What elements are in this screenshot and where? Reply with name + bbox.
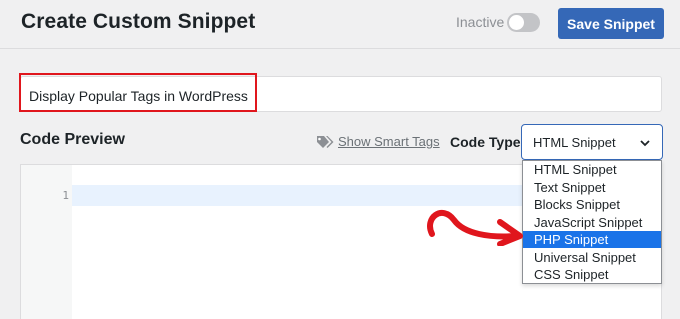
page-header: Create Custom Snippet Inactive Save Snip… bbox=[0, 0, 680, 49]
status-label: Inactive bbox=[456, 14, 505, 30]
toggle-knob bbox=[509, 15, 524, 30]
show-smart-tags-link[interactable]: Show Smart Tags bbox=[338, 134, 440, 149]
active-toggle[interactable] bbox=[507, 13, 540, 32]
save-snippet-button[interactable]: Save Snippet bbox=[558, 8, 664, 39]
code-type-selected-value: HTML Snippet bbox=[533, 135, 616, 150]
code-preview-title: Code Preview bbox=[20, 131, 125, 148]
option-css-snippet[interactable]: CSS Snippet bbox=[523, 266, 661, 283]
chevron-down-icon bbox=[640, 140, 650, 147]
option-text-snippet[interactable]: Text Snippet bbox=[523, 179, 661, 196]
option-html-snippet[interactable]: HTML Snippet bbox=[523, 161, 661, 178]
option-php-snippet[interactable]: PHP Snippet bbox=[523, 231, 661, 248]
curved-arrow-icon bbox=[427, 210, 523, 246]
option-javascript-snippet[interactable]: JavaScript Snippet bbox=[523, 214, 661, 231]
code-type-select[interactable]: HTML Snippet bbox=[521, 124, 663, 160]
code-type-dropdown: HTML Snippet Text Snippet Blocks Snippet… bbox=[522, 160, 662, 284]
line-number: 1 bbox=[62, 189, 69, 202]
highlight-box bbox=[19, 73, 257, 112]
tag-icon[interactable] bbox=[316, 135, 336, 149]
option-blocks-snippet[interactable]: Blocks Snippet bbox=[523, 196, 661, 213]
editor-gutter: 1 bbox=[21, 165, 72, 319]
option-universal-snippet[interactable]: Universal Snippet bbox=[523, 249, 661, 266]
page-title: Create Custom Snippet bbox=[21, 10, 256, 33]
code-type-label: Code Type bbox=[450, 134, 521, 150]
